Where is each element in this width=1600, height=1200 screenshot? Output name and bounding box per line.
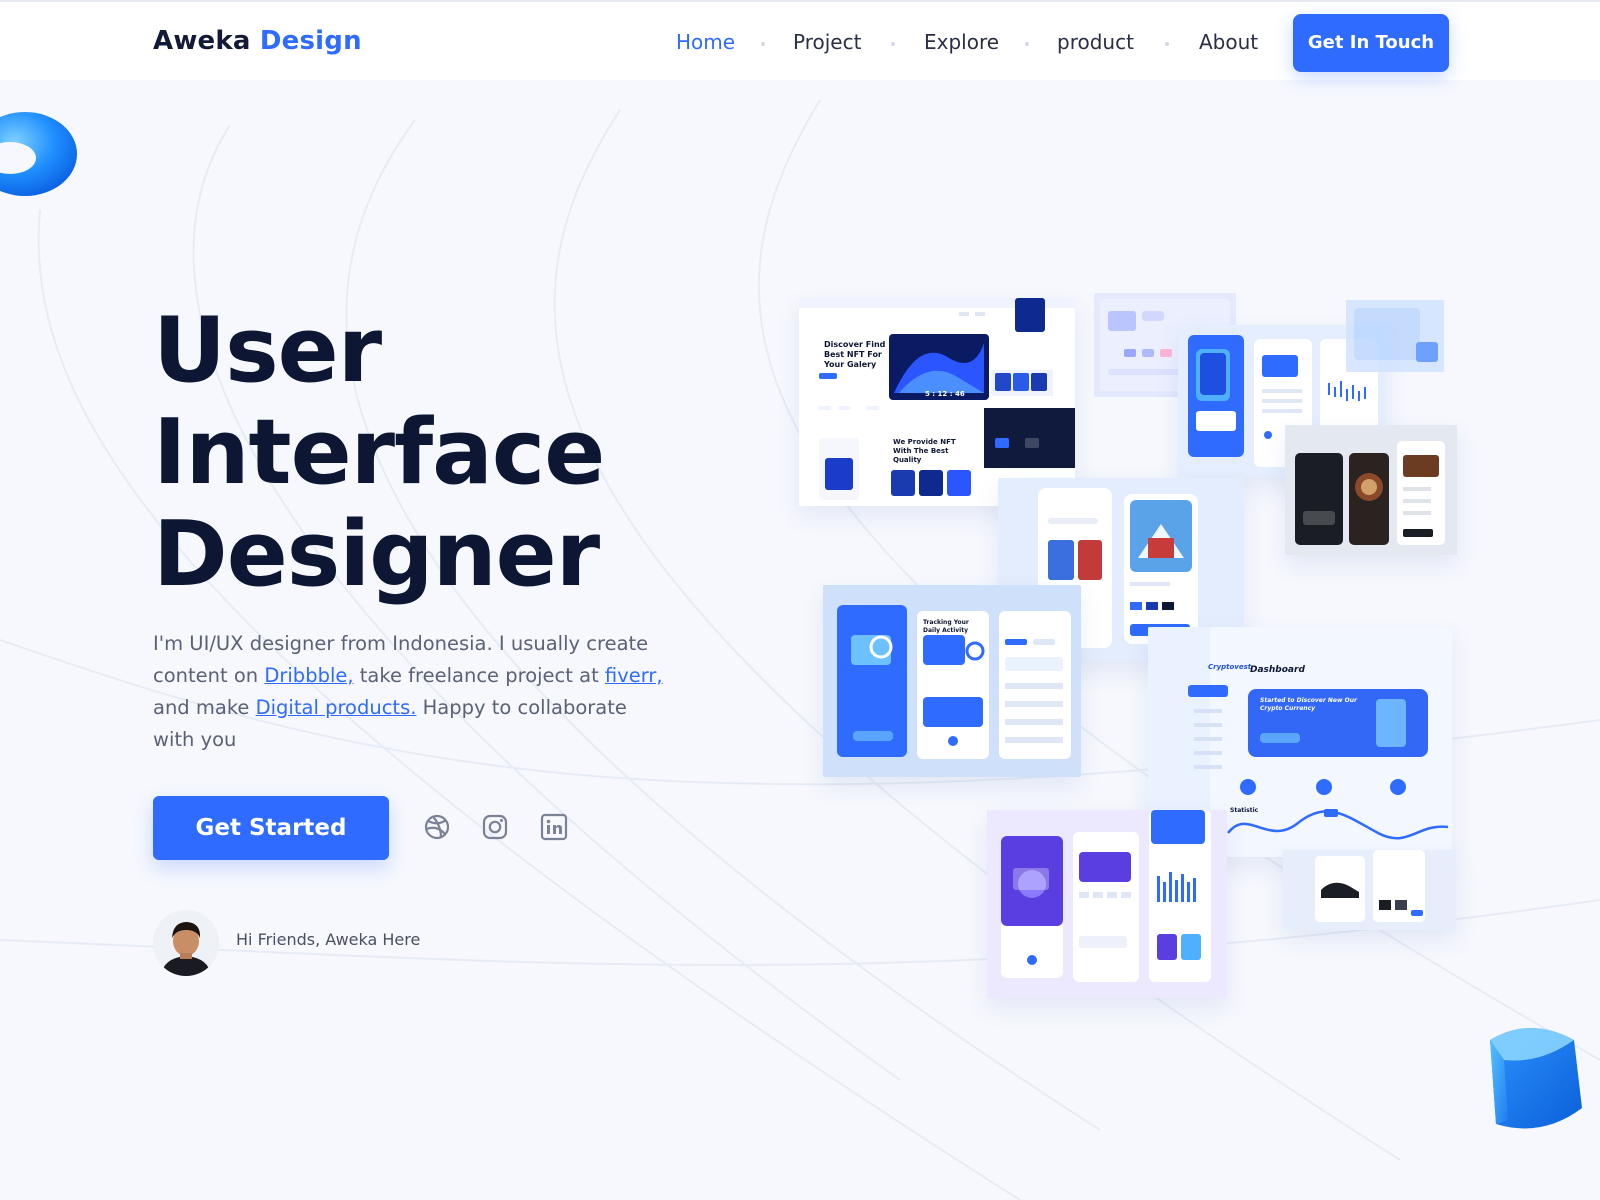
- cube-3d-decoration: [1490, 1028, 1582, 1129]
- nav-separator: [891, 42, 895, 46]
- tracking-mockup-title: Tracking Your Daily Activity: [923, 619, 969, 634]
- desc-text: take freelance project at: [353, 664, 605, 687]
- instagram-icon[interactable]: [480, 812, 510, 842]
- nav-item-home[interactable]: Home: [676, 30, 735, 54]
- nft-landing-mockup[interactable]: Discover Find Best NFT For Your Galery W…: [799, 298, 1075, 506]
- food-app-mockup[interactable]: [1285, 425, 1457, 555]
- top-navbar: Aweka Design Home Project Explore produc…: [0, 0, 1600, 80]
- nav-item-explore[interactable]: Explore: [924, 30, 999, 54]
- hero-title-line: User: [153, 298, 382, 403]
- nft-mockup-timer: 5 : 12 : 46: [925, 390, 965, 398]
- faded-panel-preview: [1354, 308, 1438, 362]
- greeting-text: Hi Friends, Aweka Here: [236, 930, 421, 949]
- sneaker-shop-preview: [1315, 850, 1425, 922]
- digital-products-link[interactable]: Digital products.: [256, 696, 417, 719]
- nav-item-project[interactable]: Project: [793, 30, 861, 54]
- dashboard-mockup-title: Dashboard: [1250, 665, 1305, 675]
- nft-mockup-title: Discover Find Best NFT For Your Galery: [824, 340, 886, 369]
- get-in-touch-button[interactable]: Get In Touch: [1293, 14, 1449, 72]
- dashboard-mockup-statistic: Statistic: [1230, 807, 1259, 814]
- hero-title-line: Interface: [153, 400, 605, 505]
- finance-app-preview: [1001, 810, 1211, 982]
- nav-separator: [1165, 42, 1169, 46]
- dribbble-link[interactable]: Dribbble,: [264, 664, 353, 687]
- tracking-app-mockup[interactable]: Tracking Your Daily Activity: [823, 585, 1081, 777]
- faded-panel-mockup[interactable]: [1346, 300, 1444, 372]
- get-started-button[interactable]: Get Started: [153, 796, 389, 860]
- nav-item-about[interactable]: About: [1199, 30, 1258, 54]
- finance-app-mockup[interactable]: [987, 810, 1227, 998]
- nav-item-product[interactable]: product: [1057, 30, 1134, 54]
- nft-landing-preview: [799, 298, 1075, 506]
- dribbble-icon[interactable]: [422, 812, 452, 842]
- avatar: [153, 910, 219, 976]
- tracking-app-preview: [837, 605, 1071, 759]
- hero-description: I'm UI/UX designer from Indonesia. I usu…: [153, 628, 673, 756]
- nav-separator: [761, 42, 765, 46]
- nft-mockup-subtitle: We Provide NFT With The Best Quality: [893, 438, 956, 464]
- ring-3d-decoration: [0, 112, 77, 196]
- linkedin-icon[interactable]: [539, 812, 569, 842]
- desc-text: and make: [153, 696, 256, 719]
- fiverr-link[interactable]: fiverr,: [605, 664, 663, 687]
- hero-title: User Interface Designer: [153, 298, 605, 607]
- nav-separator: [1025, 42, 1029, 46]
- hero-title-line: Designer: [153, 502, 600, 607]
- avatar-portrait: [153, 910, 219, 976]
- food-app-preview: [1295, 441, 1445, 545]
- dashboard-mockup-brand: Cryptovest: [1208, 663, 1252, 671]
- dashboard-mockup-headline: Started to Discover New Our Crypto Curre…: [1260, 697, 1357, 712]
- sneaker-shop-mockup[interactable]: [1283, 850, 1456, 930]
